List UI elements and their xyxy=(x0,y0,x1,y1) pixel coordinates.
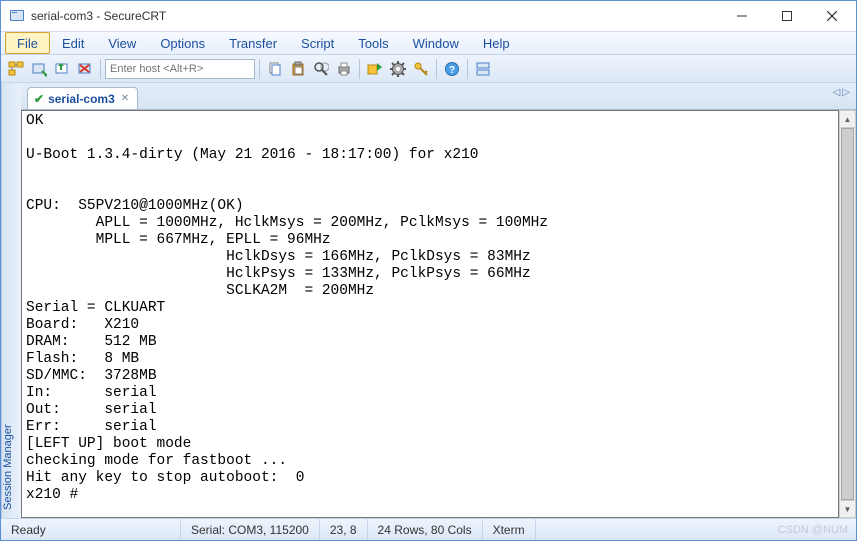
menu-item-view[interactable]: View xyxy=(96,32,148,54)
host-input[interactable] xyxy=(105,59,255,79)
window-title: serial-com3 - SecureCRT xyxy=(31,9,719,23)
app-icon xyxy=(9,8,25,24)
vertical-scrollbar[interactable]: ▲ ▼ xyxy=(839,110,856,518)
menu-item-help[interactable]: Help xyxy=(471,32,522,54)
toolbar-separator xyxy=(436,59,437,79)
tab-close-icon[interactable]: ✕ xyxy=(119,93,131,104)
menu-item-transfer[interactable]: Transfer xyxy=(217,32,289,54)
status-serial: Serial: COM3, 115200 xyxy=(181,519,320,540)
toolbar-separator xyxy=(467,59,468,79)
find-icon[interactable] xyxy=(310,58,332,80)
status-ready: Ready xyxy=(1,519,181,540)
scroll-up-icon[interactable]: ▲ xyxy=(840,111,855,128)
quick-connect-icon[interactable] xyxy=(51,58,73,80)
connect-icon[interactable] xyxy=(28,58,50,80)
terminal-container: OK U-Boot 1.3.4-dirty (May 21 2016 - 18:… xyxy=(21,109,856,518)
title-bar: serial-com3 - SecureCRT xyxy=(1,1,856,31)
tab-label: serial-com3 xyxy=(48,92,115,106)
menu-bar: FileEditViewOptionsTransferScriptToolsWi… xyxy=(1,31,856,55)
session-tab[interactable]: ✔ serial-com3 ✕ xyxy=(27,87,138,109)
toolbar-separator xyxy=(259,59,260,79)
help-icon[interactable]: ? xyxy=(441,58,463,80)
menu-item-file[interactable]: File xyxy=(5,32,50,54)
toolbar-separator xyxy=(100,59,101,79)
minimize-button[interactable] xyxy=(719,2,764,30)
close-button[interactable] xyxy=(809,2,854,30)
tab-strip: ✔ serial-com3 ✕ ◁ ▷ xyxy=(21,83,856,109)
global-options-icon[interactable] xyxy=(387,58,409,80)
disconnect-icon[interactable] xyxy=(74,58,96,80)
menu-item-options[interactable]: Options xyxy=(148,32,217,54)
toolbar: ? xyxy=(1,55,856,83)
scrollbar-thumb[interactable] xyxy=(841,128,854,500)
menu-item-window[interactable]: Window xyxy=(401,32,471,54)
status-bar: Ready Serial: COM3, 115200 23, 8 24 Rows… xyxy=(1,518,856,540)
session-manager-tab[interactable]: Session Manager xyxy=(1,83,21,518)
menu-item-edit[interactable]: Edit xyxy=(50,32,96,54)
scroll-down-icon[interactable]: ▼ xyxy=(840,500,855,517)
session-options-icon[interactable] xyxy=(364,58,386,80)
window-controls xyxy=(719,2,854,30)
status-emulation: Xterm xyxy=(483,519,536,540)
work-area: Session Manager ✔ serial-com3 ✕ ◁ ▷ OK U… xyxy=(1,83,856,518)
tab-prev-icon[interactable]: ◁ xyxy=(833,87,841,98)
sessions-tree-icon[interactable] xyxy=(5,58,27,80)
maximize-button[interactable] xyxy=(764,2,809,30)
main-column: ✔ serial-com3 ✕ ◁ ▷ OK U-Boot 1.3.4-dirt… xyxy=(21,83,856,518)
copy-icon[interactable] xyxy=(264,58,286,80)
tile-icon[interactable] xyxy=(472,58,494,80)
scrollbar-track[interactable] xyxy=(840,128,855,500)
menu-item-tools[interactable]: Tools xyxy=(346,32,400,54)
tab-nav-arrows: ◁ ▷ xyxy=(833,87,850,98)
menu-item-script[interactable]: Script xyxy=(289,32,346,54)
print-icon[interactable] xyxy=(333,58,355,80)
svg-text:?: ? xyxy=(449,65,455,76)
tab-next-icon[interactable]: ▷ xyxy=(842,87,850,98)
terminal-output[interactable]: OK U-Boot 1.3.4-dirty (May 21 2016 - 18:… xyxy=(21,110,839,518)
status-cursor: 23, 8 xyxy=(320,519,368,540)
status-dimensions: 24 Rows, 80 Cols xyxy=(368,519,483,540)
key-icon[interactable] xyxy=(410,58,432,80)
paste-icon[interactable] xyxy=(287,58,309,80)
connected-check-icon: ✔ xyxy=(34,92,44,106)
watermark-text: CSDN @NUM xyxy=(778,524,856,536)
toolbar-separator xyxy=(359,59,360,79)
